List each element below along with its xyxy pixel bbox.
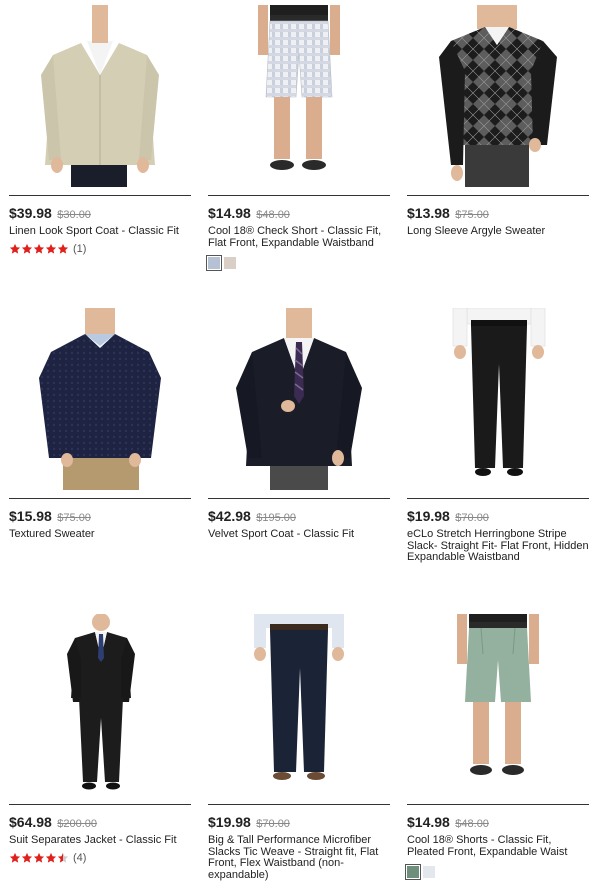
star-rating xyxy=(9,852,69,864)
original-price: $48.00 xyxy=(455,818,489,830)
product-title-link[interactable]: Cool 18® Shorts - Classic Fit, Pleated F… xyxy=(407,834,589,858)
sale-price: $42.98 xyxy=(208,508,251,524)
product-title-link[interactable]: Big & Tall Performance Microfiber Slacks… xyxy=(208,834,390,881)
original-price: $195.00 xyxy=(256,512,297,524)
original-price: $70.00 xyxy=(256,818,290,830)
sale-price: $19.98 xyxy=(407,508,450,524)
product-image-suit-jacket[interactable] xyxy=(9,614,191,804)
product-title-link[interactable]: eCLo Stretch Herringbone Stripe Slack- S… xyxy=(407,528,589,564)
color-swatch-2[interactable] xyxy=(423,866,435,878)
product-card[interactable]: $13.98 $75.00 Long Sleeve Argyle Sweater xyxy=(407,5,589,238)
star-icon xyxy=(9,243,21,255)
product-card[interactable]: $64.98 $200.00 Suit Separates Jacket - C… xyxy=(9,614,191,864)
sale-price: $14.98 xyxy=(208,205,251,221)
product-card[interactable]: $15.98 $75.00 Textured Sweater xyxy=(9,308,191,541)
sale-price: $64.98 xyxy=(9,814,52,830)
product-title-link[interactable]: Velvet Sport Coat - Classic Fit xyxy=(208,528,390,541)
sale-price: $19.98 xyxy=(208,814,251,830)
product-image-herringbone-slack[interactable] xyxy=(407,308,589,498)
star-rating xyxy=(9,243,69,255)
divider xyxy=(208,498,390,499)
original-price: $70.00 xyxy=(455,512,489,524)
product-image-check-short[interactable] xyxy=(208,5,390,195)
divider xyxy=(407,195,589,196)
color-swatch-1[interactable] xyxy=(206,255,222,271)
product-card[interactable]: $14.98 $48.00 Cool 18® Check Short - Cla… xyxy=(206,5,390,271)
divider xyxy=(407,498,589,499)
product-grid: $39.98 $30.00 Linen Look Sport Coat - Cl… xyxy=(0,0,600,891)
star-icon xyxy=(33,243,45,255)
divider xyxy=(9,804,191,805)
original-price: $75.00 xyxy=(57,512,91,524)
product-image-textured-sweater[interactable] xyxy=(9,308,191,498)
divider xyxy=(407,804,589,805)
color-swatches xyxy=(405,864,589,880)
star-icon xyxy=(21,243,33,255)
product-image-pleated-shorts[interactable] xyxy=(407,614,589,804)
product-image-microfiber-slacks[interactable] xyxy=(208,614,390,804)
star-icon xyxy=(9,852,21,864)
sale-price: $15.98 xyxy=(9,508,52,524)
product-card[interactable]: $19.98 $70.00 eCLo Stretch Herringbone S… xyxy=(407,308,589,564)
product-card[interactable]: $19.98 $70.00 Big & Tall Performance Mic… xyxy=(208,614,390,881)
star-icon xyxy=(45,243,57,255)
color-swatch-2[interactable] xyxy=(224,257,236,269)
product-title-link[interactable]: Linen Look Sport Coat - Classic Fit xyxy=(9,225,191,238)
divider xyxy=(208,195,390,196)
product-title-link[interactable]: Suit Separates Jacket - Classic Fit xyxy=(9,834,191,847)
star-icon xyxy=(57,243,69,255)
star-icon xyxy=(21,852,33,864)
product-card[interactable]: $14.98 $48.00 Cool 18® Shorts - Classic … xyxy=(405,614,589,880)
product-title-link[interactable]: Long Sleeve Argyle Sweater xyxy=(407,225,589,238)
review-count: (4) xyxy=(73,851,87,864)
original-price: $48.00 xyxy=(256,209,290,221)
product-title-link[interactable]: Textured Sweater xyxy=(9,528,191,541)
review-count: (1) xyxy=(73,242,87,255)
original-price: $200.00 xyxy=(57,818,98,830)
product-image-argyle-sweater[interactable] xyxy=(407,5,589,195)
product-title-link[interactable]: Cool 18® Check Short - Classic Fit, Flat… xyxy=(208,225,390,249)
product-card[interactable]: $42.98 $195.00 Velvet Sport Coat - Class… xyxy=(208,308,390,541)
sale-price: $39.98 xyxy=(9,205,52,221)
color-swatches xyxy=(206,255,390,271)
star-icon xyxy=(33,852,45,864)
divider xyxy=(208,804,390,805)
product-image-linen-sport-coat[interactable] xyxy=(9,5,191,195)
star-icon xyxy=(45,852,57,864)
star-half-icon xyxy=(57,852,69,864)
rating[interactable]: (4) xyxy=(9,852,191,864)
divider xyxy=(9,498,191,499)
original-price: $75.00 xyxy=(455,209,489,221)
color-swatch-1[interactable] xyxy=(405,864,421,880)
sale-price: $13.98 xyxy=(407,205,450,221)
sale-price: $14.98 xyxy=(407,814,450,830)
rating[interactable]: (1) xyxy=(9,243,191,255)
product-image-velvet-sport-coat[interactable] xyxy=(208,308,390,498)
product-card[interactable]: $39.98 $30.00 Linen Look Sport Coat - Cl… xyxy=(9,5,191,255)
original-price: $30.00 xyxy=(57,209,91,221)
divider xyxy=(9,195,191,196)
